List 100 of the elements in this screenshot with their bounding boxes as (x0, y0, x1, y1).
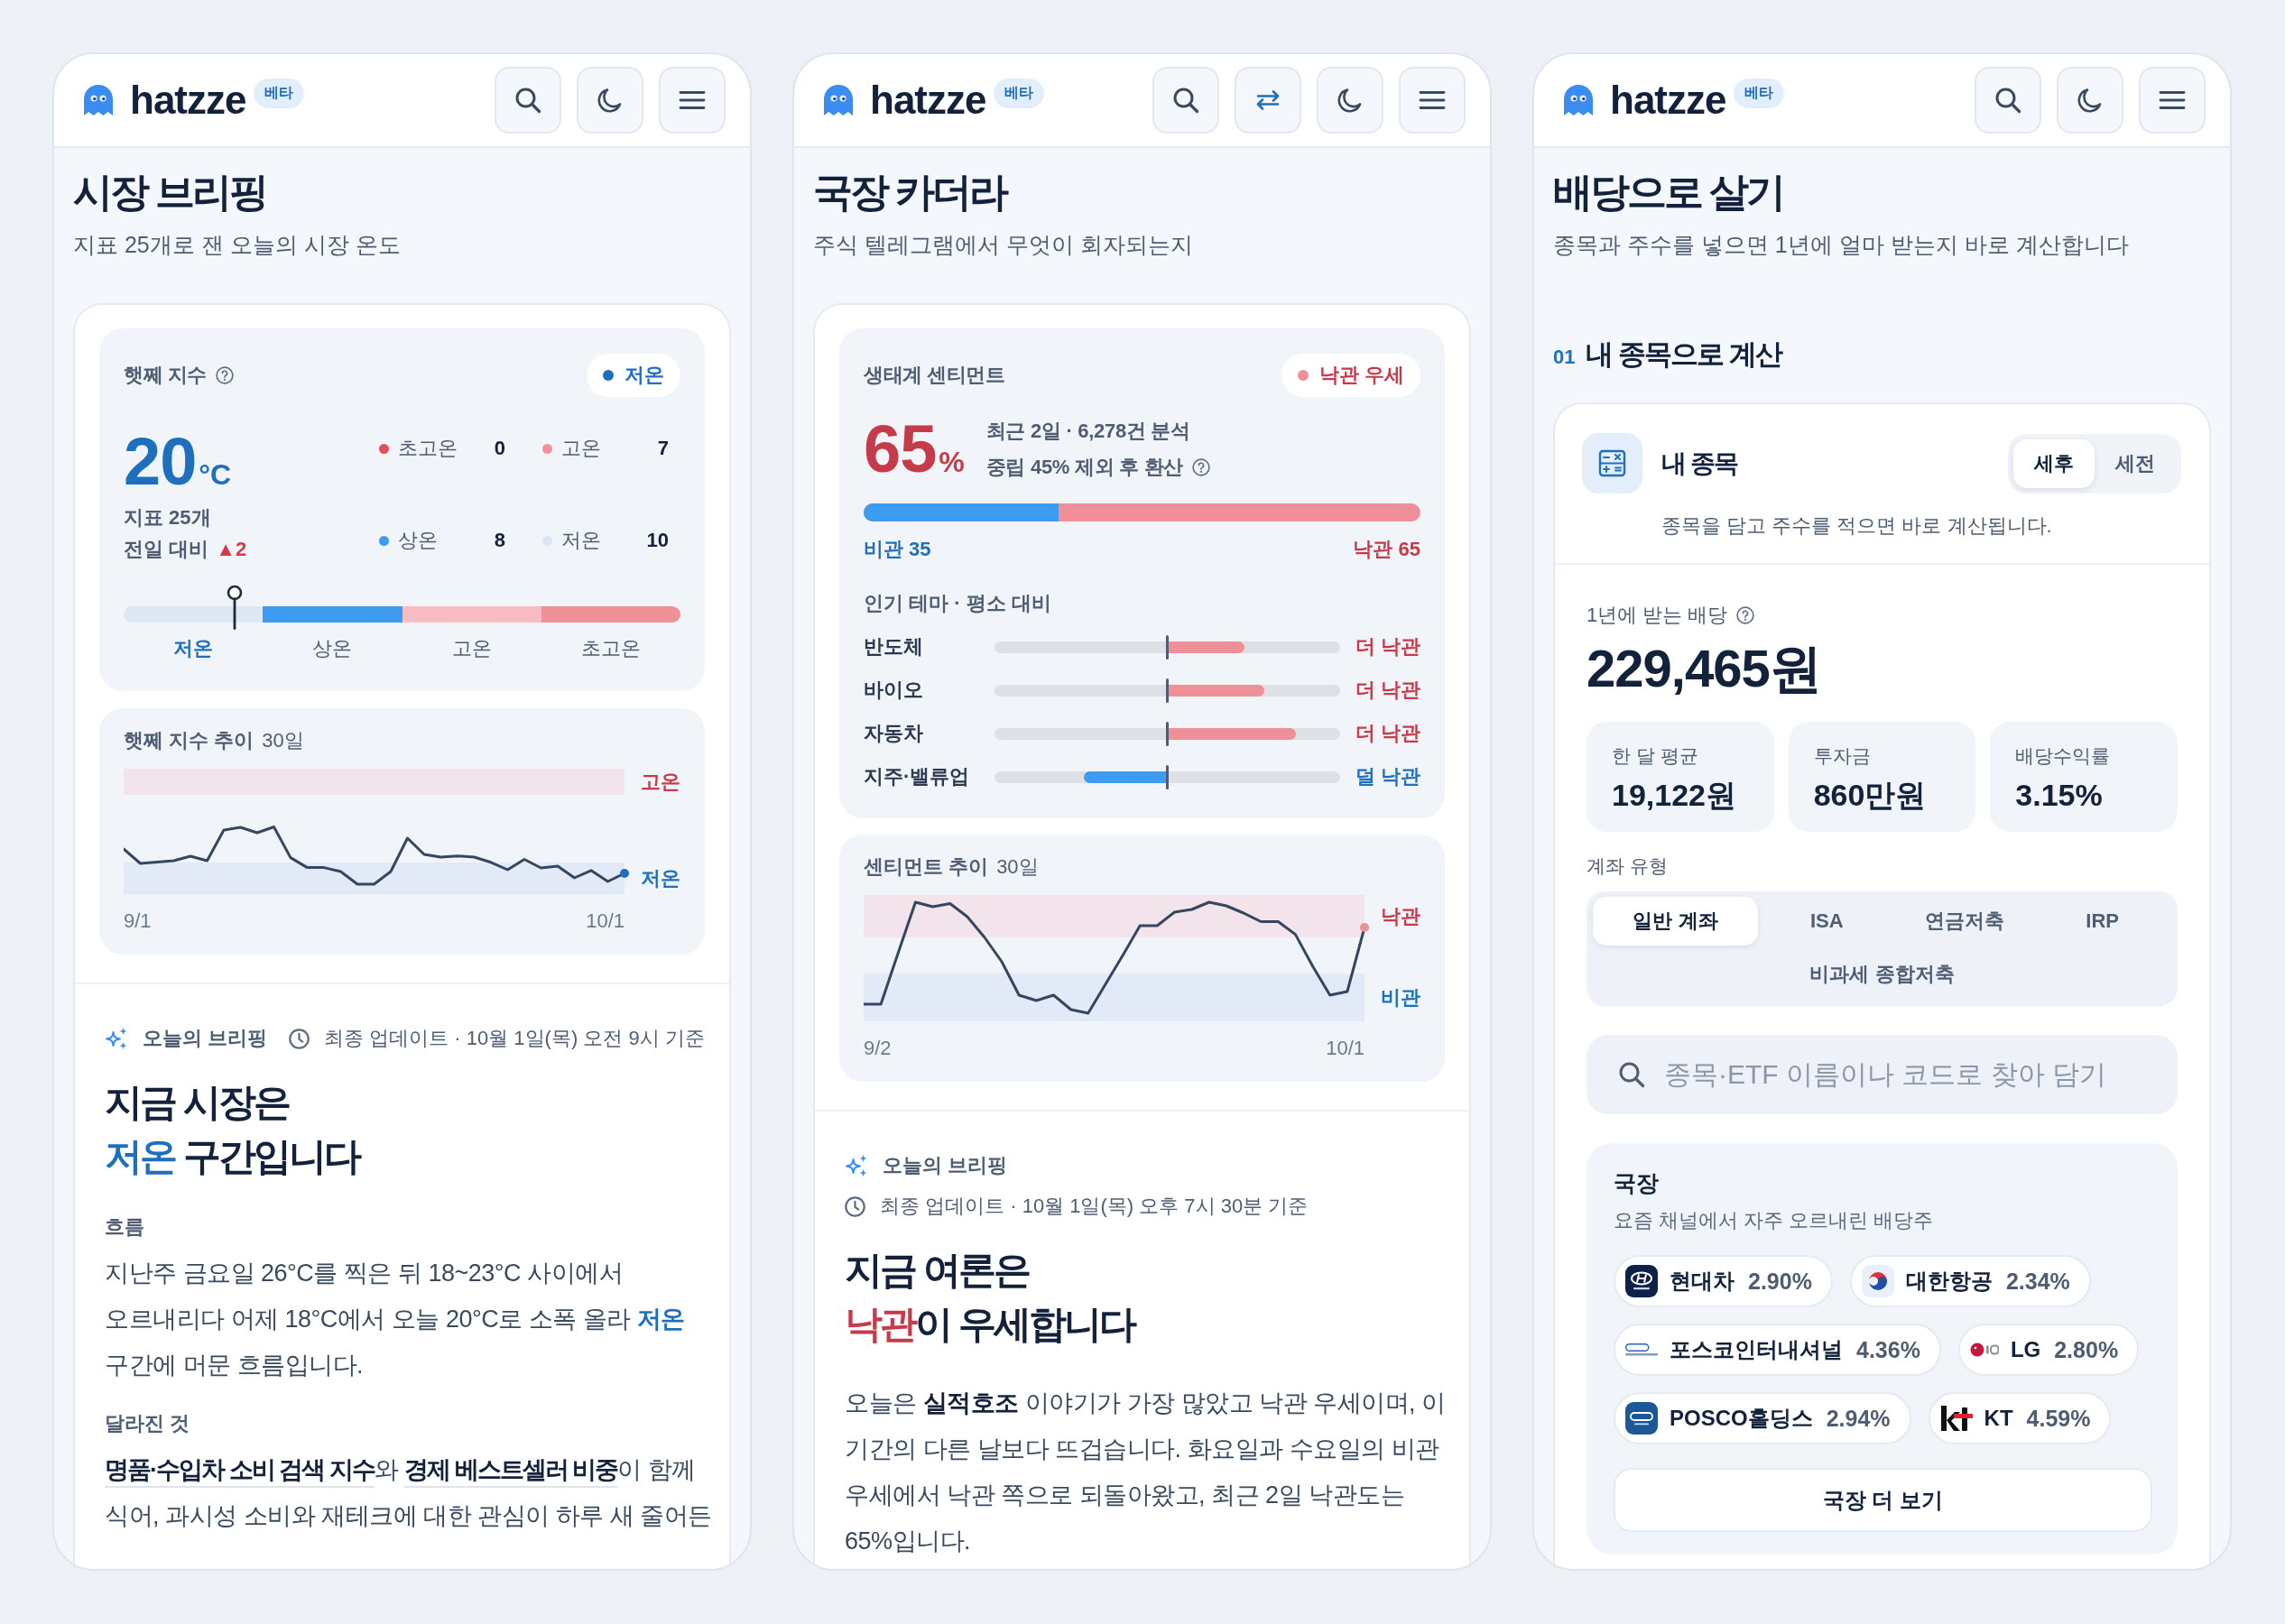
briefing-label: 오늘의 브리핑 (143, 1026, 268, 1051)
sentiment-value: 65 (864, 413, 937, 485)
sparkle-icon (845, 1154, 868, 1177)
page-title: 국장 카더라 (813, 169, 1008, 216)
chart-period: 30일 (262, 728, 304, 753)
paragraph-heading: 달라진 것 (105, 1411, 191, 1436)
account-type-tab[interactable]: 비과세 종합저축 (1788, 950, 1976, 999)
axis-date-label: 9/2 (864, 1036, 892, 1061)
legend-label: 저온 (561, 528, 601, 553)
search-field[interactable]: 종목·ETF 이름이나 코드로 찾아 담기 (1587, 1035, 2178, 1114)
swap-button[interactable] (1235, 67, 1301, 134)
chart-title: 센티먼트 추이 (864, 854, 989, 880)
search-button[interactable] (1975, 67, 2041, 134)
zone-label: 고온 (641, 769, 680, 795)
legend-label: 초고온 (398, 436, 458, 461)
stock-chip[interactable]: POSCO홀딩스 2.94% (1614, 1392, 1911, 1444)
briefing-paragraph: 명품·수입차 소비 검색 지수와 경제 베스트셀러 비중이 함께 식어, 과시성 소비와 재테크에 대한 관심이 하루 새 줄어든 (105, 1455, 713, 1531)
status-label: 저온 (624, 363, 664, 388)
update-time: 최종 업데이트 · 10월 1일(목) 오전 9시 기준 (324, 1026, 705, 1051)
stock-chip[interactable]: 대한항공 2.34% (1849, 1255, 2091, 1307)
menu-button[interactable] (1399, 67, 1466, 134)
themes-title: 인기 테마 · 평소 대비 (864, 591, 1052, 616)
account-type-tab[interactable]: ISA (1758, 897, 1896, 946)
more-button[interactable]: 국장 더 보기 (1614, 1468, 2152, 1532)
theme-label: 바이오 (864, 678, 923, 703)
clock-icon (289, 1028, 310, 1049)
section-title: 내 종목으로 계산 (1586, 337, 1781, 372)
zone-label: 비관 (1381, 984, 1420, 1010)
midpoint-tick (1166, 721, 1169, 746)
stat-value: 860만원 (1813, 777, 1928, 814)
stock-chip[interactable]: KT 4.59% (1928, 1392, 2112, 1444)
midpoint-tick (1166, 678, 1169, 703)
gauge-label: 상온 (312, 636, 353, 661)
menu-button[interactable] (659, 67, 726, 134)
card-description: 종목을 담고 주수를 적으면 바로 계산됩니다. (1661, 513, 2053, 539)
moon-icon (2077, 87, 2104, 114)
page-subtitle: 주식 텔레그램에서 무엇이 회자되는지 (813, 231, 1194, 259)
ghost-logo-icon (83, 84, 114, 116)
theme-button[interactable] (1317, 67, 1383, 134)
calculator-icon (1582, 433, 1642, 494)
search-button[interactable] (495, 67, 561, 134)
gauge-label: 초고온 (580, 636, 641, 661)
indicator-count: 지표 25개 (124, 505, 211, 531)
tax-mode-tab[interactable]: 세전 (2095, 438, 2176, 488)
briefing-headline: 지금 시장은 저온 구간입니다 (105, 1080, 361, 1179)
gauge-label: 고온 (451, 636, 492, 661)
account-type-tab[interactable]: 일반 계좌 (1593, 897, 1758, 946)
zone-label: 낙관 (1381, 903, 1420, 929)
legend-label: 상온 (398, 528, 438, 553)
value-unit: °C (199, 458, 232, 492)
company-logo-icon (1861, 1265, 1894, 1297)
search-button[interactable] (1152, 67, 1219, 134)
panel-label: 생태계 센티먼트 (864, 363, 1005, 388)
ghost-logo-icon (1563, 84, 1594, 116)
page-subtitle: 지표 25개로 잰 오늘의 시장 온도 (73, 231, 402, 259)
logo-text: hatzze (1610, 80, 1726, 120)
company-logo-icon (1939, 1405, 1973, 1432)
moon-icon (1337, 87, 1364, 114)
beta-badge: 베타 (1734, 78, 1785, 108)
midpoint-tick (1166, 634, 1169, 660)
help-icon (215, 366, 234, 384)
legend-count: 10 (646, 529, 669, 552)
search-icon (1994, 87, 2021, 114)
swap-arrows-icon (1255, 90, 1281, 110)
zone-label: 저온 (641, 865, 680, 891)
stat-note: 최근 2일 · 6,278건 분석 (985, 419, 1190, 444)
help-icon (1736, 606, 1755, 624)
company-logo-icon (1969, 1343, 1999, 1357)
briefing-paragraph: 지난주 금요일 26°C를 찍은 뒤 18~23°C 사이에서 오르내리다 어제 18°C에서 오늘 20°C로 소폭 올라 저온 구간에 머문 흐름입니다. (105, 1259, 686, 1380)
annual-dividend-value: 229,465원 (1587, 640, 1822, 697)
tax-mode-tab[interactable]: 세후 (2013, 438, 2095, 488)
status-dot-icon (603, 370, 614, 381)
paragraph-heading: 흐름 (105, 1214, 145, 1240)
theme-reading: 더 낙관 (1355, 634, 1420, 660)
legend-count: 0 (494, 437, 505, 460)
logo-text: hatzze (870, 80, 986, 120)
theme-button[interactable] (577, 67, 643, 134)
briefing-label: 오늘의 브리핑 (883, 1153, 1008, 1178)
stock-chip[interactable]: 현대차 2.90% (1614, 1255, 1833, 1307)
gauge-label: 저온 (173, 636, 214, 661)
stock-chip[interactable]: LG 2.80% (1957, 1324, 2140, 1376)
menu-button[interactable] (2139, 67, 2206, 134)
change-label: 전일 대비 (124, 537, 209, 562)
theme-reading: 덜 낙관 (1355, 764, 1420, 789)
stock-chip[interactable]: 포스코인터내셔널 4.36% (1614, 1324, 1941, 1376)
moon-icon (597, 87, 624, 114)
clock-icon (845, 1195, 865, 1217)
status-dot-icon (1297, 370, 1309, 381)
theme-label: 자동차 (864, 721, 923, 746)
beta-badge: 베타 (254, 78, 305, 108)
account-type-tab[interactable]: IRP (2033, 897, 2171, 946)
axis-date-label: 9/1 (124, 909, 152, 934)
page-title: 배당으로 살기 (1553, 169, 1785, 216)
theme-reading: 더 낙관 (1355, 721, 1420, 746)
legend-label: 고온 (561, 436, 601, 461)
account-type-tab[interactable]: 연금저축 (1895, 897, 2034, 946)
account-type-label: 계좌 유형 (1587, 854, 1669, 878)
theme-button[interactable] (2057, 67, 2123, 134)
picks-subtitle: 요즘 채널에서 자주 오르내린 배당주 (1614, 1208, 1935, 1233)
chart-title: 햇쩨 지수 추이 (124, 728, 254, 753)
